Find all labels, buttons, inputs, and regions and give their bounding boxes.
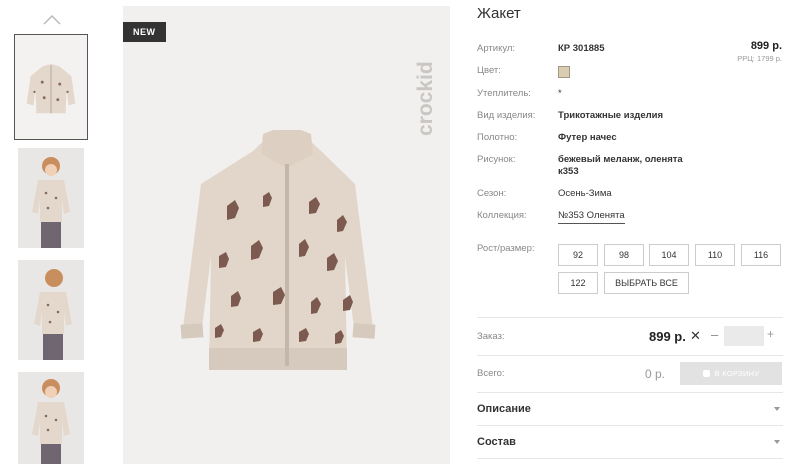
times-icon: ✕ [690, 328, 701, 343]
attr-value: КР 301885 [558, 43, 605, 54]
brand-logo: crockid [414, 61, 437, 136]
total-value: 0 р. [645, 367, 666, 381]
size-option-122[interactable]: 122 [558, 272, 598, 294]
order-price: 899 р. [649, 329, 686, 344]
accordion-description[interactable]: Описание [477, 403, 531, 415]
size-option-98[interactable]: 98 [604, 244, 644, 266]
attr-value: Осень-Зима [558, 188, 612, 199]
attr-label: Коллекция: [477, 210, 527, 221]
attr-value: Трикотажные изделия [558, 110, 664, 121]
attr-label: Утеплитель: [477, 88, 531, 99]
quantity-input[interactable] [724, 326, 764, 346]
divider [477, 392, 783, 393]
divider [477, 458, 783, 459]
color-swatch[interactable] [558, 66, 570, 78]
size-option-104[interactable]: 104 [649, 244, 689, 266]
divider [477, 317, 783, 318]
thumbnail-3[interactable] [18, 260, 84, 360]
cart-icon [702, 370, 710, 377]
divider [477, 425, 783, 426]
select-all-sizes-button[interactable]: ВЫБРАТЬ ВСЕ [604, 272, 689, 294]
attr-value-line2: к353 [558, 166, 579, 177]
attr-value: Футер начес [558, 132, 617, 143]
add-to-cart-button[interactable]: В КОРЗИНУ [680, 362, 782, 385]
increment-button[interactable]: + [767, 327, 774, 341]
attr-label: Цвет: [477, 65, 501, 76]
attr-value: бежевый меланж, оленята [558, 154, 683, 165]
chevron-down-icon[interactable] [774, 440, 780, 444]
jacket-illustration [180, 130, 376, 370]
attr-label: Рисунок: [477, 154, 516, 165]
accordion-composition[interactable]: Состав [477, 436, 516, 448]
chevron-down-icon[interactable] [774, 407, 780, 411]
attr-label: Артикул: [477, 43, 516, 54]
main-product-image[interactable]: NEW crockid [123, 6, 450, 464]
thumbnail-1[interactable] [14, 34, 88, 140]
size-option-116[interactable]: 116 [741, 244, 781, 266]
attr-value: * [558, 88, 562, 99]
attr-label: Сезон: [477, 188, 507, 199]
thumbnail-2[interactable] [18, 148, 84, 248]
svg-text:crockid: crockid [414, 61, 437, 136]
attr-label: Полотно: [477, 132, 518, 143]
decrement-button[interactable]: – [711, 327, 718, 342]
thumbnail-4[interactable] [18, 372, 84, 464]
total-label: Всего: [477, 368, 505, 379]
size-option-92[interactable]: 92 [558, 244, 598, 266]
product-title: Жакет [477, 5, 521, 22]
attr-label: Вид изделия: [477, 110, 536, 121]
collection-link[interactable]: №353 Оленята [558, 210, 625, 224]
divider [477, 355, 783, 356]
chevron-up-icon[interactable] [42, 12, 62, 26]
add-to-cart-label: В КОРЗИНУ [714, 369, 760, 378]
sizes-label: Рост/размер: [477, 243, 535, 254]
rrp-price: РРЦ: 1799 р. [737, 54, 782, 63]
size-option-110[interactable]: 110 [695, 244, 735, 266]
order-label: Заказ: [477, 331, 505, 342]
new-badge: NEW [123, 22, 166, 42]
product-price: 899 р. [750, 40, 782, 52]
